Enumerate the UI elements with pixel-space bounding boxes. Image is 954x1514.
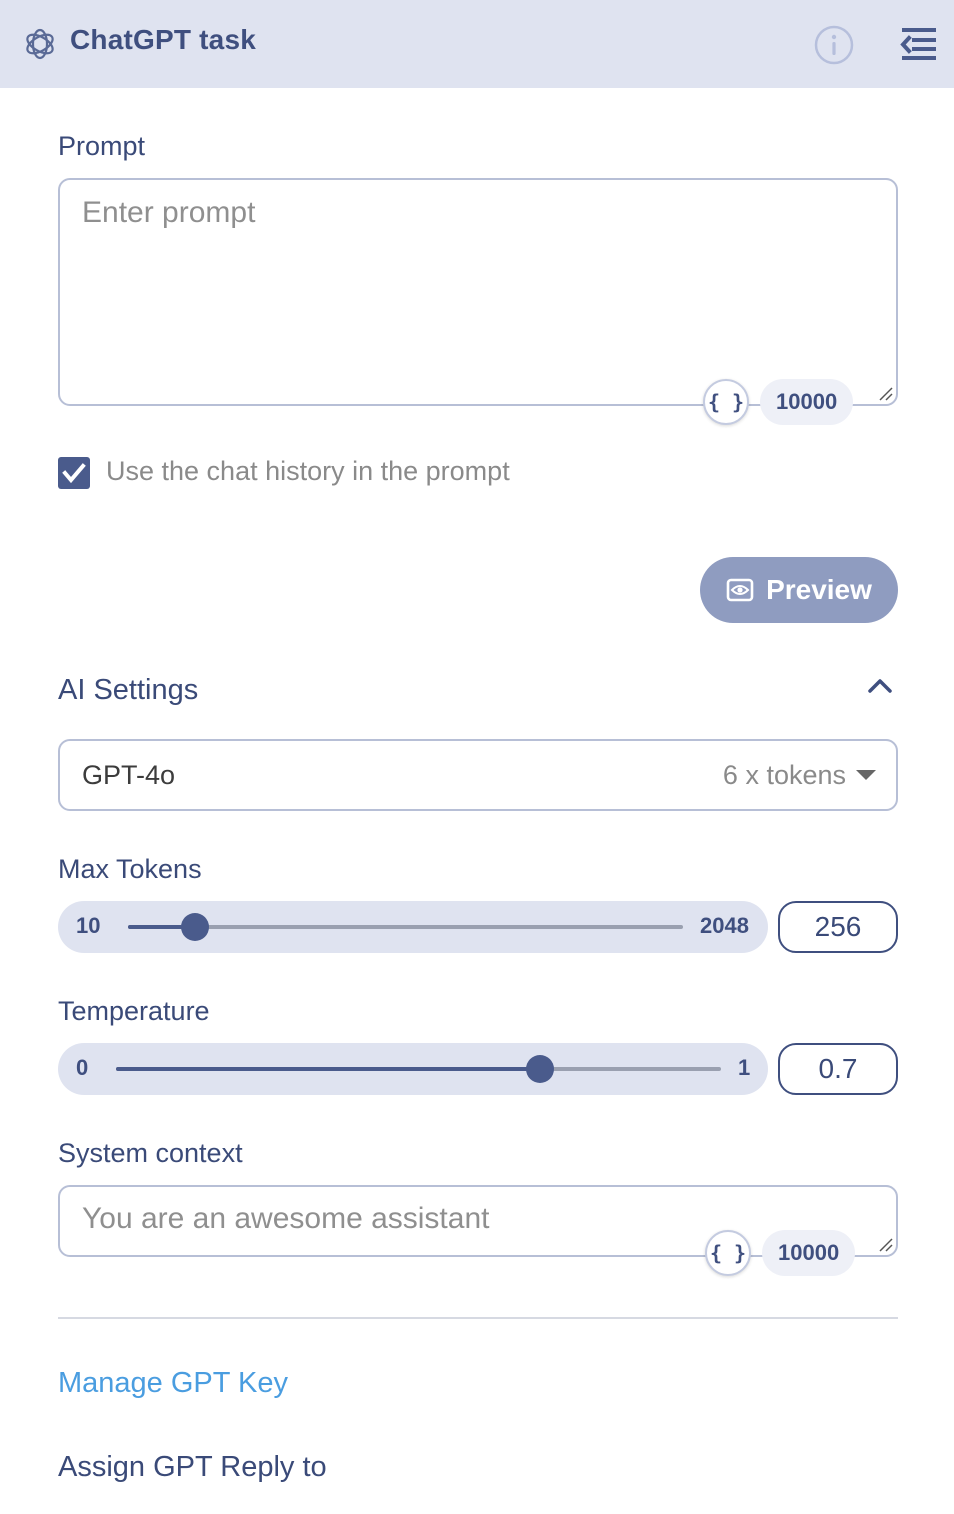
- preview-button[interactable]: Preview: [700, 557, 898, 623]
- caret-down-icon: [856, 770, 876, 780]
- panel-title: ChatGPT task: [70, 24, 256, 55]
- chat-history-label: Use the chat history in the prompt: [106, 456, 510, 486]
- section-divider: [58, 1317, 898, 1319]
- collapse-panel-icon[interactable]: [898, 24, 938, 64]
- assign-reply-label: Assign GPT Reply to: [58, 1451, 327, 1483]
- model-select[interactable]: GPT-4o 6 x tokens: [58, 739, 898, 811]
- temperature-slider[interactable]: 0 1: [58, 1043, 768, 1095]
- temperature-label: Temperature: [58, 996, 210, 1026]
- max-tokens-label: Max Tokens: [58, 854, 202, 884]
- resize-handle-icon[interactable]: [878, 1237, 894, 1253]
- temperature-input[interactable]: 0.7: [778, 1043, 898, 1095]
- system-context-label: System context: [58, 1138, 243, 1168]
- eye-icon: [726, 578, 754, 602]
- preview-button-label: Preview: [766, 574, 872, 605]
- ai-settings-title[interactable]: AI Settings: [58, 674, 198, 707]
- max-tokens-slider[interactable]: 10 2048: [58, 901, 768, 953]
- prompt-placeholder: Enter prompt: [82, 196, 256, 229]
- insert-variable-button[interactable]: { }: [703, 379, 749, 425]
- system-context-char-limit: 10000: [762, 1230, 856, 1276]
- prompt-label: Prompt: [58, 131, 146, 161]
- chevron-up-icon[interactable]: [866, 674, 894, 696]
- insert-variable-button[interactable]: { }: [705, 1230, 751, 1276]
- temperature-thumb[interactable]: [525, 1055, 554, 1083]
- temperature-fill: [116, 1067, 540, 1071]
- model-token-cost: 6 x tokens: [722, 760, 846, 790]
- prompt-char-limit: 10000: [760, 379, 854, 425]
- max-tokens-track[interactable]: [128, 913, 683, 941]
- model-select-value: GPT-4o: [82, 760, 176, 790]
- temperature-track[interactable]: [116, 1055, 721, 1083]
- manage-gpt-key-link[interactable]: Manage GPT Key: [58, 1367, 288, 1400]
- temperature-max: 1: [738, 1055, 751, 1080]
- max-tokens-max: 2048: [700, 913, 749, 938]
- resize-handle-icon[interactable]: [878, 386, 894, 402]
- openai-logo-icon: [26, 28, 54, 60]
- max-tokens-thumb[interactable]: [180, 913, 209, 941]
- prompt-input[interactable]: Enter prompt: [58, 178, 898, 406]
- temperature-min: 0: [76, 1055, 89, 1080]
- chat-history-checkbox[interactable]: [58, 457, 90, 489]
- panel-header: ChatGPT task: [0, 0, 954, 88]
- system-context-placeholder: You are an awesome assistant: [82, 1202, 490, 1235]
- info-icon[interactable]: [813, 24, 855, 66]
- max-tokens-input[interactable]: 256: [778, 901, 898, 953]
- check-icon: [62, 463, 86, 484]
- max-tokens-min: 10: [76, 913, 101, 938]
